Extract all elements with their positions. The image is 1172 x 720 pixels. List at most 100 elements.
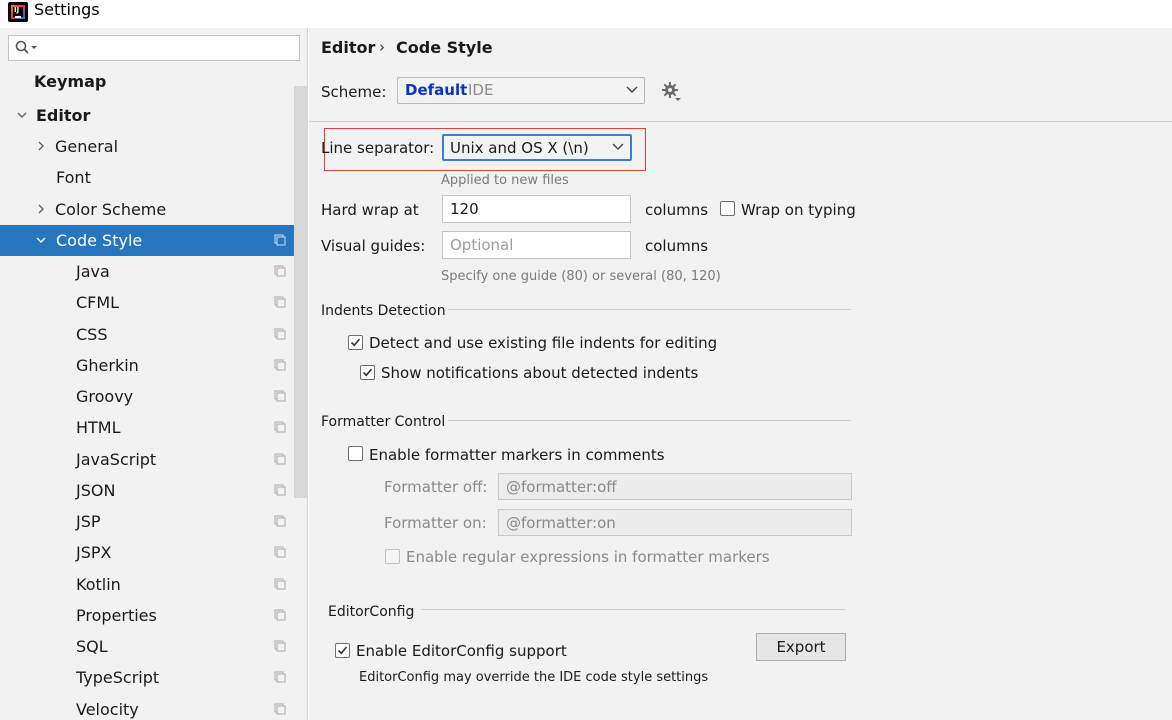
sidebar-item-properties[interactable]: Properties [0,600,294,631]
chevron-down-icon[interactable] [35,234,47,246]
visual-guides-hint: Specify one guide (80) or several (80, 1… [441,269,721,284]
enable-editorconfig-label: Enable EditorConfig support [356,642,567,660]
sidebar-item-code-style[interactable]: Code Style [0,225,294,256]
sidebar-item-html[interactable]: HTML [0,412,294,443]
sidebar-item-jsp[interactable]: JSP [0,506,294,537]
chevron-down-icon [612,143,624,150]
chevron-right-icon[interactable] [35,203,47,215]
detect-indents-label: Detect and use existing file indents for… [369,334,718,352]
project-scope-icon [274,453,286,465]
project-scope-icon [274,484,286,496]
project-scope-icon [274,578,286,590]
hard-wrap-suffix: columns [645,201,709,219]
formatter-on-field[interactable] [499,510,851,535]
show-notifications-label: Show notifications about detected indent… [381,364,699,382]
sidebar-item-kotlin[interactable]: Kotlin [0,569,294,600]
sidebar-item-json[interactable]: JSON [0,475,294,506]
sidebar-item-java[interactable]: Java [0,256,294,287]
divider [309,121,1172,122]
project-scope-icon [274,609,286,621]
sidebar-item-typescript[interactable]: TypeScript [0,662,294,693]
wrap-on-typing-checkbox[interactable] [720,201,735,216]
export-button[interactable]: Export [756,633,846,661]
settings-content: Editor › Code Style Scheme: Default IDE … [309,28,1172,720]
sidebar-item-cfml[interactable]: CFML [0,287,294,318]
chevron-right-icon[interactable] [35,140,47,152]
scheme-type: IDE [468,81,494,99]
formatter-off-label: Formatter off: [384,478,488,496]
sidebar-item-color-scheme[interactable]: Color Scheme [0,194,294,225]
section-divider [448,309,851,310]
project-scope-icon [274,328,286,340]
line-separator-dropdown[interactable]: Unix and OS X (\n) [442,134,632,161]
enable-regex-checkbox[interactable] [385,549,400,564]
visual-guides-input[interactable] [442,231,631,259]
scheme-name: Default [405,81,468,99]
line-separator-label: Line separator: [321,139,435,157]
sidebar-item-javascript[interactable]: JavaScript [0,444,294,475]
formatter-off-input[interactable] [498,473,852,500]
sidebar-item-editor[interactable]: Editor [0,100,294,131]
chevron-down-icon[interactable] [16,109,28,121]
breadcrumb-current: Code Style [396,38,493,57]
scheme-dropdown[interactable]: Default IDE [397,77,645,104]
intellij-logo-icon: IJ [8,2,28,22]
formatter-on-label: Formatter on: [384,514,487,532]
editorconfig-title: EditorConfig [328,604,415,620]
project-scope-icon [274,703,286,715]
hard-wrap-label: Hard wrap at [321,201,419,219]
line-separator-hint: Applied to new files [441,173,569,188]
project-scope-icon [274,359,286,371]
project-scope-icon [274,640,286,652]
enable-editorconfig-checkbox[interactable] [335,643,350,658]
settings-search-input[interactable] [8,35,300,61]
visual-guides-suffix: columns [645,237,709,255]
settings-sidebar: Keymap Editor General Font Color Scheme … [0,28,308,720]
checkmark-icon [337,646,348,655]
window-title: Settings [34,0,100,19]
sidebar-item-groovy[interactable]: Groovy [0,381,294,412]
hard-wrap-field[interactable] [443,196,630,222]
checkmark-icon [350,338,361,347]
breadcrumb-parent[interactable]: Editor [321,38,375,57]
formatter-off-field[interactable] [499,474,851,499]
sidebar-item-jspx[interactable]: JSPX [0,537,294,568]
line-separator-value: Unix and OS X (\n) [450,139,589,157]
project-scope-icon [274,671,286,683]
formatter-control-title: Formatter Control [321,414,446,430]
project-scope-icon [274,546,286,558]
title-bar: IJ Settings [0,0,1172,28]
chevron-down-icon [626,86,638,93]
indents-detection-title: Indents Detection [321,303,446,319]
enable-formatter-markers-label: Enable formatter markers in comments [369,446,665,464]
checkmark-icon [362,368,373,377]
section-divider [421,609,845,610]
sidebar-item-general[interactable]: General [0,131,294,162]
enable-formatter-markers-checkbox[interactable] [348,446,363,461]
sidebar-item-css[interactable]: CSS [0,319,294,350]
sidebar-item-gherkin[interactable]: Gherkin [0,350,294,381]
sidebar-item-keymap[interactable]: Keymap [0,66,294,97]
formatter-on-input[interactable] [498,509,852,536]
sidebar-item-velocity[interactable]: Velocity [0,694,294,720]
project-scope-icon [274,515,286,527]
visual-guides-field[interactable] [443,232,630,258]
section-divider [448,420,851,421]
show-notifications-checkbox[interactable] [360,365,375,380]
editorconfig-note: EditorConfig may override the IDE code s… [359,670,709,685]
hard-wrap-input[interactable] [442,195,631,223]
project-scope-icon [274,234,286,246]
gear-icon[interactable] [661,81,683,103]
sidebar-scrollbar[interactable] [294,86,307,498]
sidebar-item-font[interactable]: Font [0,162,294,193]
scheme-label: Scheme: [321,83,387,101]
wrap-on-typing-label: Wrap on typing [741,201,856,219]
enable-regex-label: Enable regular expressions in formatter … [406,548,770,566]
search-icon [15,40,37,54]
detect-indents-checkbox[interactable] [348,335,363,350]
project-scope-icon [274,390,286,402]
sidebar-item-sql[interactable]: SQL [0,631,294,662]
breadcrumb-separator: › [379,38,385,56]
project-scope-icon [274,421,286,433]
project-scope-icon [274,296,286,308]
